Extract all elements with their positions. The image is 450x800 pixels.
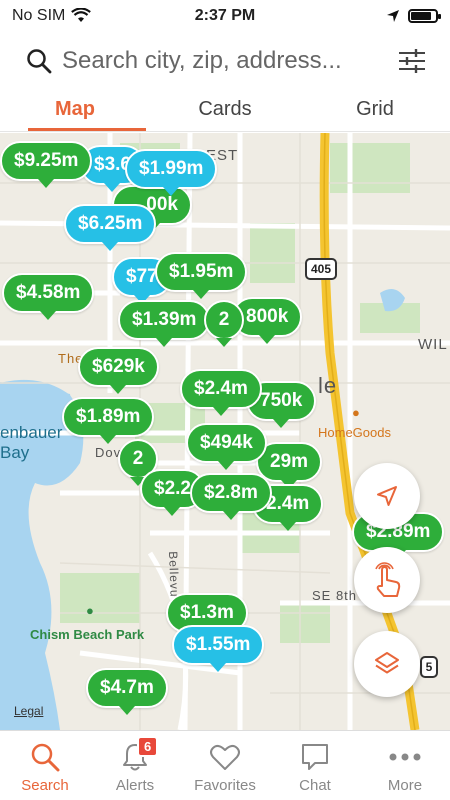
status-bar: No SIM 2:37 PM	[0, 0, 450, 32]
highway-shield-right: 5	[420, 656, 438, 678]
nav-chat-icon-wrap	[300, 740, 330, 774]
status-left: No SIM	[12, 7, 92, 25]
map-label-street-bellevue: Bellevu	[166, 551, 182, 598]
price-pin[interactable]: $1.39m	[118, 300, 211, 347]
locate-me-button[interactable]	[354, 463, 420, 529]
price-pin[interactable]: $6.25m	[64, 204, 157, 251]
hand-draw-icon	[375, 562, 401, 597]
price-pin[interactable]: $2.4m	[180, 369, 262, 416]
nav-alerts-icon-wrap: 6	[121, 736, 159, 774]
price-pin[interactable]: $629k	[78, 347, 159, 394]
price-pin[interactable]: $1.89m	[62, 397, 155, 444]
location-services-icon	[387, 10, 399, 22]
price-pin[interactable]: 2	[204, 300, 244, 347]
price-pin[interactable]: $494k	[186, 423, 267, 470]
store-icon: ●	[352, 405, 360, 420]
tab-cards[interactable]: Cards	[150, 90, 300, 131]
legal-link[interactable]: Legal	[14, 704, 43, 718]
nav-alerts-label: Alerts	[115, 777, 155, 794]
map-label-chism-beach-park: Chism Beach Park	[30, 627, 145, 642]
alerts-badge: 6	[137, 736, 159, 757]
nav-more-label: More	[387, 777, 423, 794]
map-label-homegoods: HomeGoods	[318, 425, 391, 440]
map-layers-button[interactable]	[354, 631, 420, 697]
carrier-label: No SIM	[12, 7, 66, 24]
nav-chat[interactable]: Chat	[270, 731, 360, 800]
price-pin[interactable]: $4.7m	[86, 668, 168, 715]
nav-favorites-label: Favorites	[194, 777, 256, 794]
search-icon	[31, 743, 60, 772]
wifi-icon	[71, 8, 92, 22]
search-bar	[0, 36, 450, 86]
search-icon	[27, 49, 52, 74]
nav-favorites-icon-wrap	[209, 740, 241, 774]
map-label-bay: enbauer Bay	[0, 423, 63, 462]
more-icon	[389, 753, 421, 761]
map-label-le: le	[318, 373, 338, 398]
nav-search[interactable]: Search	[0, 731, 90, 800]
price-pin[interactable]: $4.58m	[2, 273, 95, 320]
price-pin[interactable]: $1.55m	[172, 625, 265, 672]
nav-more-icon-wrap	[388, 740, 422, 774]
nav-more[interactable]: More	[360, 731, 450, 800]
map-view[interactable]: EST WIL le SE 8th Bellevu The Dov enbaue…	[0, 133, 450, 730]
tab-grid[interactable]: Grid	[300, 90, 450, 131]
heart-icon	[210, 744, 240, 770]
bottom-nav: Search 6 Alerts Favorites Chat More	[0, 730, 450, 800]
price-pin[interactable]: $1.95m	[155, 252, 248, 299]
battery-level	[411, 12, 432, 20]
nav-search-label: Search	[21, 777, 69, 794]
nav-favorites[interactable]: Favorites	[180, 731, 270, 800]
location-arrow-icon	[377, 486, 397, 506]
draw-area-button[interactable]	[354, 547, 420, 613]
price-pin[interactable]: $1.99m	[125, 149, 218, 196]
nav-chat-label: Chat	[299, 777, 331, 794]
sliders-icon	[399, 49, 425, 73]
highway-shield-405: 405	[305, 258, 337, 280]
status-right	[386, 9, 441, 23]
layers-icon	[375, 652, 399, 674]
price-pin[interactable]: $2.8m	[190, 473, 272, 520]
filter-button[interactable]	[396, 45, 428, 77]
nav-alerts[interactable]: 6 Alerts	[90, 731, 180, 800]
chat-icon	[302, 744, 328, 770]
map-label-street-se8th: SE 8th	[312, 588, 358, 603]
search-input[interactable]	[62, 47, 396, 75]
park-icon: ●	[86, 603, 94, 618]
view-tabs: Map Cards Grid	[0, 90, 450, 132]
tab-map[interactable]: Map	[0, 90, 150, 131]
map-label-wil: WIL	[418, 336, 448, 353]
price-pin[interactable]: $9.25m	[0, 141, 93, 188]
nav-search-icon-wrap	[30, 740, 60, 774]
battery-icon	[408, 9, 441, 23]
